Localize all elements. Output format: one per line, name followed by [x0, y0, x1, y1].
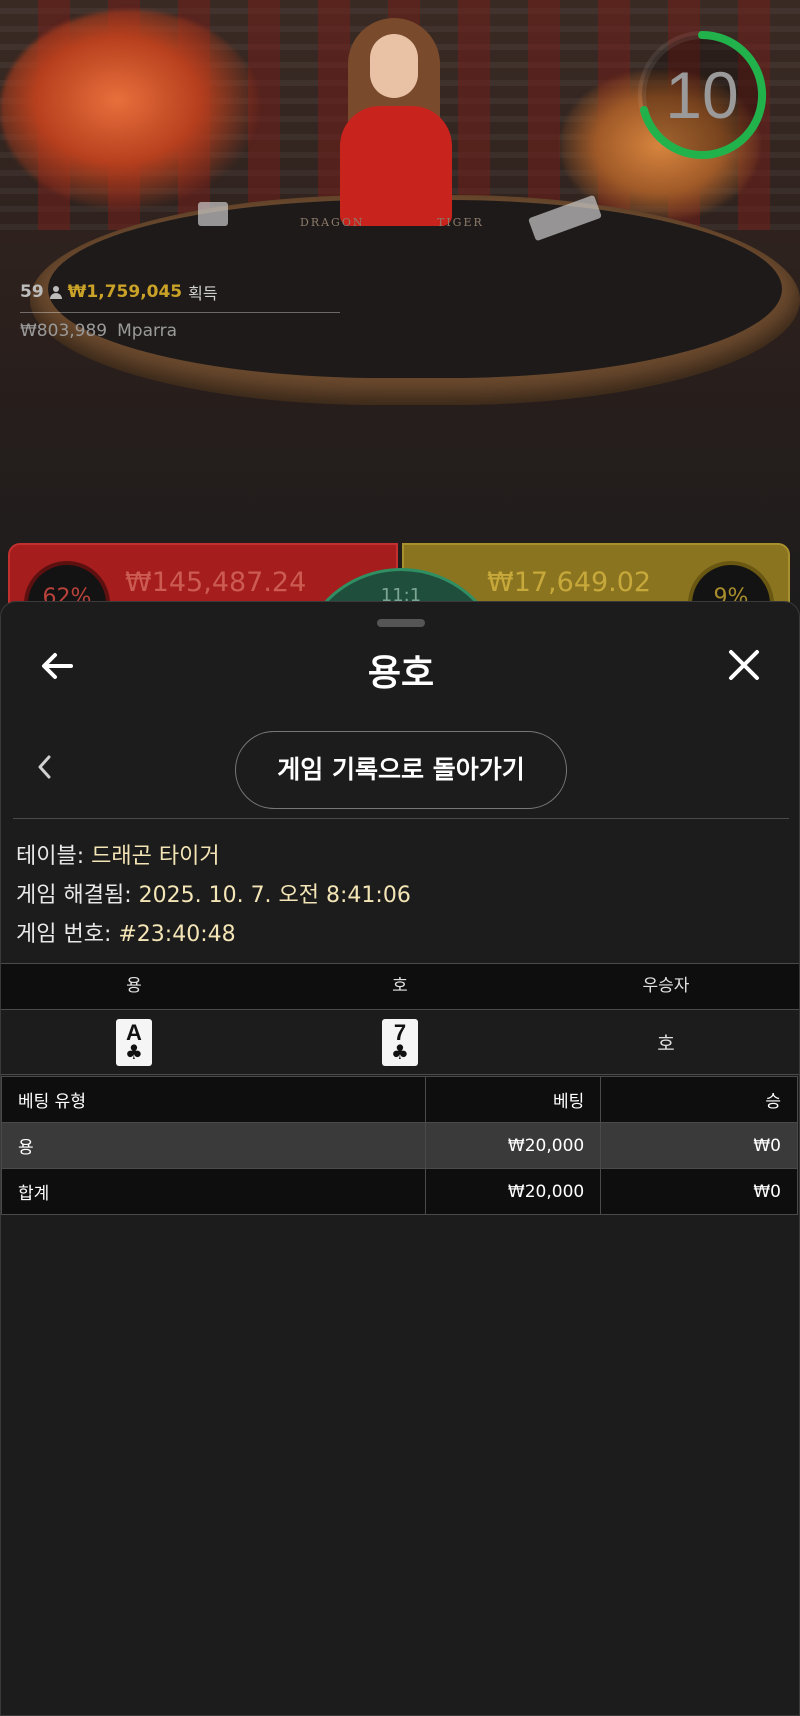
- header-winner: 우승자: [642, 976, 690, 996]
- header-bet-type: 베팅 유형: [0, 1076, 427, 1123]
- resolved-label: 게임 해결됨:: [16, 883, 132, 908]
- person-icon: [49, 285, 62, 299]
- table-row-total: 합계 ₩20,000 ₩0: [0, 1168, 798, 1215]
- club-suit-icon: ♣: [125, 1040, 143, 1064]
- winner-cell: 호: [657, 1032, 675, 1055]
- recent-win-amount: ₩803,989: [20, 321, 108, 341]
- sheet-title: 용호: [367, 653, 435, 694]
- win-amount: ₩0: [600, 1168, 798, 1215]
- stats-divider: [20, 312, 340, 313]
- app-root: DRAGON TIGER 59 ₩1,759,045 획득 ₩803,989 M…: [0, 0, 800, 1716]
- bets-table: 베팅 유형 베팅 승 용 ₩20,000 ₩0 합계 ₩20,000 ₩0: [0, 1076, 798, 1215]
- chevron-left-icon[interactable]: [33, 752, 55, 782]
- dragon-card-cell: A ♣: [1, 1018, 267, 1066]
- table-value: 드래곤 타이거: [91, 844, 220, 869]
- resolved-value: 2025. 10. 7. 오전 8:41:06: [138, 883, 411, 908]
- won-amount: ₩1,759,045: [67, 282, 183, 302]
- winners-row: 59 ₩1,759,045 획득: [20, 280, 340, 304]
- timer-value: 10: [665, 58, 739, 132]
- table-text-tiger: TIGER: [437, 216, 484, 229]
- results-row: A ♣ 7 ♣ 호: [1, 1010, 799, 1075]
- results-table: 용 호 우승자 A ♣ 7 ♣ 호: [1, 963, 799, 1075]
- playing-card-tiger: 7 ♣: [382, 1018, 418, 1066]
- back-to-history-button[interactable]: 게임 기록으로 돌아가기: [235, 731, 567, 809]
- stats-overlay: 59 ₩1,759,045 획득 ₩803,989 Mparra: [20, 280, 340, 341]
- dragon-sculpture-left: [0, 10, 260, 210]
- table-label: 테이블:: [16, 844, 85, 869]
- playing-card-dragon: A ♣: [116, 1018, 152, 1066]
- dragon-bet-amount: ₩145,487.24: [125, 567, 307, 598]
- header-tiger: 호: [392, 976, 408, 996]
- table-info: 테이블: 드래곤 타이거: [16, 838, 220, 870]
- countdown-timer: 10: [635, 28, 769, 162]
- game-number-value: #23:40:48: [118, 922, 236, 947]
- win-amount: ₩0: [600, 1122, 798, 1169]
- sheet-grabber[interactable]: [377, 619, 425, 627]
- table-text-dragon: DRAGON: [300, 216, 365, 229]
- club-suit-icon: ♣: [391, 1040, 409, 1064]
- player-count: 59: [20, 282, 44, 302]
- close-icon[interactable]: [727, 648, 761, 682]
- tiger-card-cell: 7 ♣: [267, 1018, 533, 1066]
- header-bet: 베팅: [425, 1076, 602, 1123]
- recent-win-row: ₩803,989 Mparra: [20, 321, 340, 341]
- header-win: 승: [600, 1076, 798, 1123]
- bet-type: 용: [0, 1122, 427, 1169]
- game-number-info: 게임 번호: #23:40:48: [16, 916, 236, 948]
- resolved-info: 게임 해결됨: 2025. 10. 7. 오전 8:41:06: [16, 877, 411, 909]
- bet-amount: ₩20,000: [425, 1122, 602, 1169]
- card-shoe-left: [198, 202, 228, 226]
- dealer: [330, 18, 460, 226]
- recent-win-player: Mparra: [117, 321, 178, 341]
- bet-amount: ₩20,000: [425, 1168, 602, 1215]
- live-video-stage: DRAGON TIGER 59 ₩1,759,045 획득 ₩803,989 M…: [0, 0, 800, 620]
- header-dragon: 용: [126, 976, 142, 996]
- table-row: 용 ₩20,000 ₩0: [0, 1122, 798, 1169]
- game-number-label: 게임 번호:: [16, 922, 112, 947]
- sheet-divider: [13, 818, 789, 819]
- tiger-bet-amount: ₩17,649.02: [487, 567, 652, 598]
- results-header-row: 용 호 우승자: [1, 963, 799, 1010]
- bets-header-row: 베팅 유형 베팅 승: [0, 1076, 798, 1123]
- bet-type: 합계: [0, 1168, 427, 1215]
- won-label: 획득: [188, 284, 218, 303]
